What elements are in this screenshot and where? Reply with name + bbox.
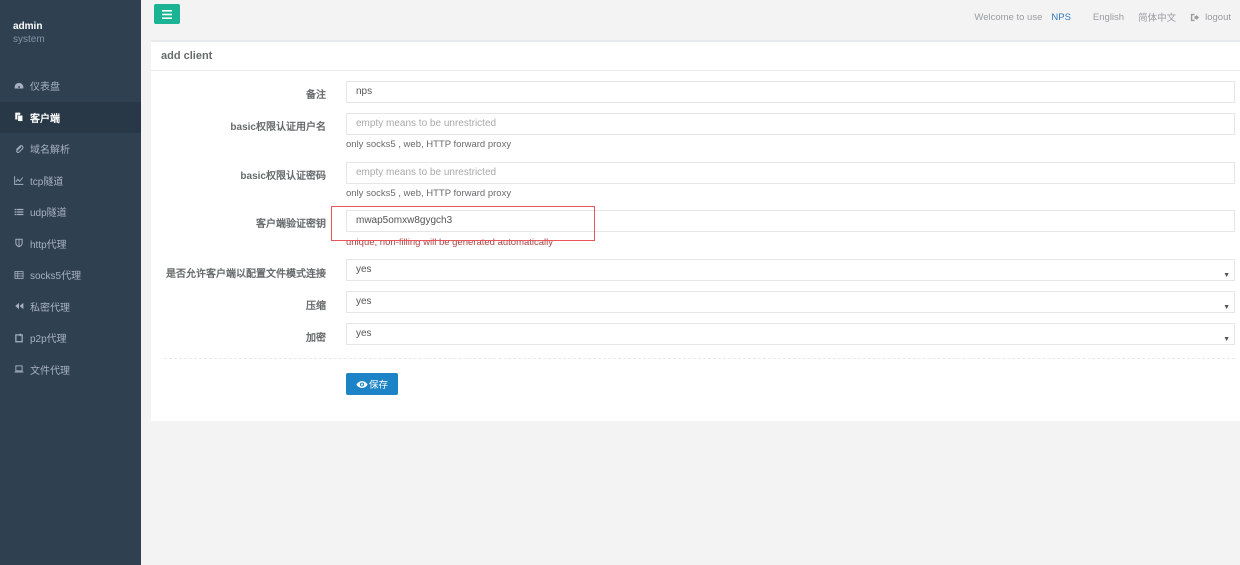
sidebar-item-label: http代理	[30, 239, 67, 251]
sidebar-item-label: 私密代理	[30, 302, 70, 314]
welcome-text: Welcome to use	[974, 11, 1043, 23]
config-conn-value: yes	[356, 264, 372, 275]
profile: admin system	[0, 0, 141, 70]
basic-pass-input[interactable]: empty means to be unrestricted	[346, 162, 1235, 184]
paperclip-icon	[13, 143, 25, 155]
config-conn-label: 是否允许客户端以配置文件模式连接	[166, 269, 326, 280]
sidebar-item-domain[interactable]: 域名解析	[0, 133, 141, 165]
basic-pass-help: only socks5 , web, HTTP forward proxy	[346, 188, 512, 199]
sidebar-item-label: 仪表盘	[30, 82, 60, 94]
top-navbar: Welcome to use NPS English 简体中文 logout	[141, 0, 1240, 33]
crypt-value: yes	[356, 328, 372, 339]
caret-down-icon: ▼	[1223, 336, 1230, 343]
save-label: 保存	[368, 380, 388, 391]
sidebar-item-label: udp隧道	[30, 208, 67, 220]
compress-select[interactable]: yes ▼	[346, 291, 1235, 313]
vkey-label: 客户端验证密钥	[256, 219, 326, 230]
compress-label: 压缩	[306, 301, 326, 312]
sidebar-item-dashboard[interactable]: 仪表盘	[0, 70, 141, 102]
sidebar-item-label: socks5代理	[30, 271, 82, 283]
sidebar-item-label: 域名解析	[30, 145, 70, 157]
basic-user-label: basic权限认证用户名	[230, 122, 326, 133]
user-name[interactable]: admin	[13, 20, 141, 33]
add-client-panel: add client 备注 nps basic权限认证用户名 empty mea…	[151, 40, 1240, 421]
crypt-select[interactable]: yes ▼	[346, 323, 1235, 345]
crypt-label: 加密	[306, 333, 326, 344]
sidebar-item-socks5[interactable]: socks5代理	[0, 259, 141, 291]
backward-icon	[13, 300, 25, 312]
annotation-highlight-box	[331, 206, 595, 241]
logout-label: logout	[1205, 11, 1231, 23]
basic-user-help: only socks5 , web, HTTP forward proxy	[346, 139, 512, 150]
caret-down-icon: ▼	[1223, 272, 1230, 279]
list-icon	[13, 206, 25, 218]
line-chart-icon	[13, 174, 25, 186]
panel-title: add client	[161, 50, 213, 62]
shield-icon	[13, 237, 25, 249]
sidebar-item-http[interactable]: http代理	[0, 228, 141, 260]
remark-label: 备注	[306, 90, 326, 101]
sidebar-item-p2p[interactable]: p2p代理	[0, 322, 141, 354]
config-conn-select[interactable]: yes ▼	[346, 259, 1235, 281]
sidebar-item-clients[interactable]: 客户端	[0, 101, 141, 133]
sidebar-item-label: 文件代理	[30, 365, 70, 377]
sidebar-item-label: tcp隧道	[30, 176, 64, 188]
sidebar-item-label: 客户端	[30, 113, 60, 125]
sidebar-item-udp[interactable]: udp隧道	[0, 196, 141, 228]
sign-out-icon	[1191, 13, 1200, 21]
laptop-icon	[13, 363, 25, 375]
compress-value: yes	[356, 296, 372, 307]
sidebar-item-secret[interactable]: 私密代理	[0, 291, 141, 323]
sidebar-item-label: p2p代理	[30, 334, 67, 346]
user-role: system	[13, 34, 45, 45]
basic-pass-label: basic权限认证密码	[240, 171, 326, 182]
sidebar-item-tcp[interactable]: tcp隧道	[0, 165, 141, 197]
lang-english-link[interactable]: English	[1093, 12, 1124, 23]
brand-name: NPS	[1051, 11, 1071, 23]
caret-down-icon: ▼	[1223, 304, 1230, 311]
eye-icon	[356, 380, 368, 388]
remark-input[interactable]: nps	[346, 81, 1235, 103]
clients-icon	[13, 111, 25, 123]
hamburger-icon	[162, 9, 172, 19]
sidebar-item-file[interactable]: 文件代理	[0, 354, 141, 386]
dashboard-icon	[13, 80, 25, 92]
top-right-links: Welcome to use NPS English 简体中文 logout	[974, 10, 1231, 25]
table-icon	[13, 269, 25, 281]
basic-user-input[interactable]: empty means to be unrestricted	[346, 113, 1235, 135]
menu-toggle-button[interactable]	[154, 4, 180, 24]
sidebar-nav: 仪表盘 客户端 域名解析 tcp隧道 udp隧道 http代理 socks5代理…	[0, 70, 141, 385]
sidebar: admin system 仪表盘 客户端 域名解析 tcp隧道 udp隧道 ht…	[0, 0, 141, 565]
tablet-icon	[13, 332, 25, 344]
form-divider	[164, 358, 1235, 359]
panel-header: add client	[151, 40, 1240, 71]
lang-chinese-link[interactable]: 简体中文	[1138, 10, 1176, 24]
save-button[interactable]: 保存	[346, 373, 398, 395]
logout-link[interactable]: logout	[1190, 12, 1231, 23]
